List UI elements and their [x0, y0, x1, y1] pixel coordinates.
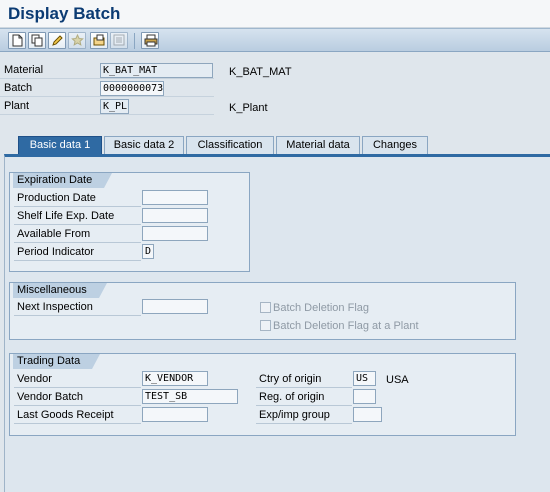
next-inspection-field[interactable] — [142, 299, 208, 314]
plant-description: K_Plant — [229, 102, 268, 114]
country-origin-label: Ctry of origin — [256, 371, 352, 388]
shelf-life-field[interactable] — [142, 208, 208, 223]
production-date-field[interactable] — [142, 190, 208, 205]
expiration-group-title: Expiration Date — [13, 173, 113, 188]
available-from-label: Available From — [14, 226, 141, 243]
tab-label: Classification — [197, 139, 263, 151]
last-goods-receipt-field[interactable] — [142, 407, 208, 422]
last-goods-receipt-label: Last Goods Receipt — [14, 407, 141, 424]
production-date-label: Production Date — [14, 190, 141, 207]
print-icon — [144, 34, 158, 47]
material-description: K_BAT_MAT — [229, 66, 292, 78]
tab-strip: Basic data 1 Basic data 2 Classification… — [0, 136, 550, 155]
application-toolbar — [0, 28, 550, 52]
batch-deletion-plant-checkbox[interactable] — [260, 320, 271, 331]
batch-deletion-plant-label: Batch Deletion Flag at a Plant — [273, 320, 419, 332]
page-title: Display Batch — [8, 4, 121, 23]
batch-label: Batch — [4, 82, 33, 94]
toolbar-separator — [134, 33, 135, 49]
batch-field[interactable]: 0000000073 — [100, 81, 164, 96]
open-button[interactable] — [90, 32, 108, 49]
edit-button[interactable] — [48, 32, 66, 49]
favorite-button[interactable] — [68, 32, 86, 49]
next-inspection-label: Next Inspection — [14, 299, 141, 316]
expiration-date-group: Expiration Date Production Date Shelf Li… — [9, 172, 250, 272]
edit-pencil-icon — [52, 35, 63, 46]
period-indicator-field[interactable]: D — [142, 244, 154, 259]
trading-data-group: Trading Data Vendor K_VENDOR Vendor Batc… — [9, 353, 516, 436]
period-indicator-label: Period Indicator — [14, 244, 141, 261]
miscellaneous-group: Miscellaneous Next Inspection Batch Dele… — [9, 282, 516, 340]
copy-button[interactable] — [28, 32, 46, 49]
other-object-icon — [113, 34, 125, 46]
print-button[interactable] — [141, 32, 159, 49]
title-bar: Display Batch — [0, 0, 550, 28]
available-from-field[interactable] — [142, 226, 208, 241]
batch-deletion-checkbox[interactable] — [260, 302, 271, 313]
vendor-batch-label: Vendor Batch — [14, 389, 141, 406]
new-document-button[interactable] — [8, 32, 26, 49]
material-label: Material — [4, 64, 44, 76]
other-object-button[interactable] — [110, 32, 128, 49]
country-origin-description: USA — [386, 374, 409, 386]
tab-material-data[interactable]: Material data — [276, 136, 360, 154]
trading-group-title: Trading Data — [13, 354, 101, 369]
open-icon — [93, 34, 105, 46]
exp-imp-group-label: Exp/imp group — [256, 407, 352, 424]
plant-label: Plant — [4, 100, 30, 112]
star-icon — [71, 34, 84, 46]
vendor-field[interactable]: K_VENDOR — [142, 371, 208, 386]
tab-label: Basic data 1 — [29, 139, 91, 151]
tab-label: Changes — [372, 139, 418, 151]
tab-classification[interactable]: Classification — [186, 136, 274, 154]
tab-changes[interactable]: Changes — [362, 136, 428, 154]
tab-label: Material data — [286, 139, 350, 151]
misc-group-title: Miscellaneous — [13, 283, 107, 298]
tab-label: Basic data 2 — [113, 139, 175, 151]
plant-field[interactable]: K_PL — [100, 99, 129, 114]
region-origin-label: Reg. of origin — [256, 389, 352, 406]
country-origin-field[interactable]: US — [353, 371, 376, 386]
copy-icon — [31, 34, 43, 47]
vendor-batch-field[interactable]: TEST_SB — [142, 389, 238, 404]
region-origin-field[interactable] — [353, 389, 376, 404]
exp-imp-group-field[interactable] — [353, 407, 382, 422]
batch-deletion-label: Batch Deletion Flag — [273, 302, 369, 314]
material-field[interactable]: K_BAT_MAT — [100, 63, 213, 78]
tab-basic-data-1[interactable]: Basic data 1 — [18, 136, 102, 155]
shelf-life-label: Shelf Life Exp. Date — [14, 208, 141, 225]
tab-basic-data-2[interactable]: Basic data 2 — [104, 136, 184, 154]
new-document-icon — [12, 34, 23, 47]
vendor-label: Vendor — [14, 371, 141, 388]
